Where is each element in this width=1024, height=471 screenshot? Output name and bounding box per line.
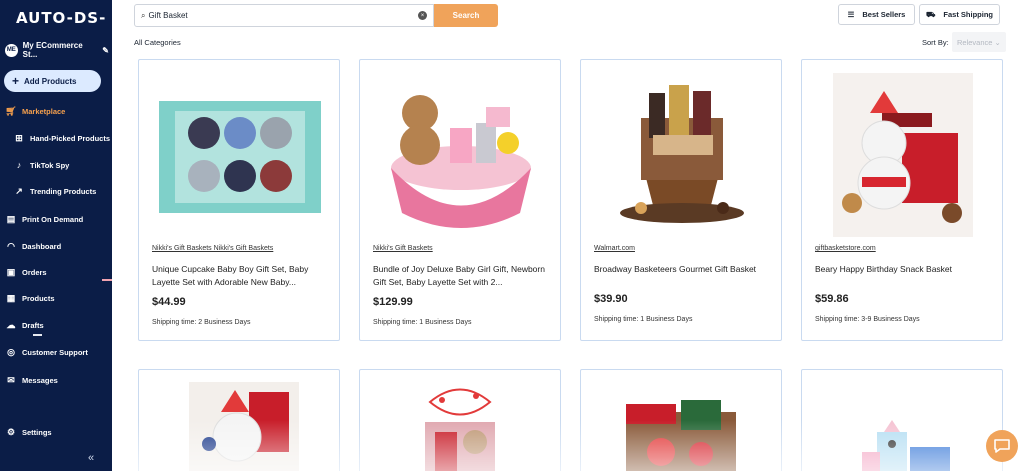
sidebar-item-settings[interactable]: ⚙ Settings [6,427,110,437]
product-card[interactable]: Nikki's Gift Baskets Bundle of Joy Delux… [359,59,561,341]
collapse-sidebar-icon[interactable]: « [88,452,94,464]
sidebar-item-label: Print On Demand [22,214,84,224]
sidebar-item-tiktok-spy[interactable]: ♪ TikTok Spy [14,160,118,170]
add-products-label: Add Products [24,76,77,86]
sort-value: Relevance [957,37,993,47]
gift-icon: ⊞ [15,132,23,143]
sidebar-item-trending[interactable]: ↗ Trending Products [14,186,118,196]
vendor-link[interactable]: Walmart.com [594,245,635,252]
product-title[interactable]: Unique Cupcake Baby Boy Gift Set, Baby L… [152,263,328,289]
product-price: $39.90 [594,293,628,305]
product-image[interactable] [822,73,984,237]
sidebar-item-print-on-demand[interactable]: ▤ Print On Demand [6,214,110,224]
truck-icon: ⛟ [925,9,936,19]
edit-icon[interactable]: ✎ [102,46,109,55]
product-image[interactable] [380,73,542,237]
vendor-link[interactable]: giftbasketstore.com [815,245,876,252]
sidebar-item-label: Hand-Picked Products [30,133,111,143]
vendor-link[interactable]: Nikki's Gift Baskets Nikki's Gift Basket… [152,245,273,252]
sidebar-item-label: Products [22,293,55,303]
vendor-link[interactable]: Nikki's Gift Baskets [373,245,433,252]
product-card[interactable]: Nikki's Gift Baskets Nikki's Gift Basket… [138,59,340,341]
sidebar-item-label: Dashboard [22,241,62,251]
sidebar-item-dashboard[interactable]: ◠ Dashboard [6,241,110,251]
mail-icon: ✉ [7,374,15,385]
category-filter[interactable]: All Categories [134,38,181,47]
tiktok-icon: ♪ [16,160,22,170]
sidebar-item-label: Customer Support [22,347,88,357]
gear-icon: ⚙ [6,426,16,437]
fast-shipping-label: Fast Shipping [943,10,994,19]
sort-label: Sort By: [922,38,949,47]
headset-icon: ◎ [7,346,15,357]
product-title[interactable]: Broadway Basketeers Gourmet Gift Basket [594,263,770,276]
product-card[interactable] [801,369,1003,471]
shipping-time: Shipping time: 1 Business Days [594,316,693,323]
sidebar-item-drafts[interactable]: ☁ Drafts [6,320,110,330]
sidebar-item-products[interactable]: ▦ Products [6,293,110,303]
shipping-time: Shipping time: 1 Business Days [373,319,472,326]
avatar: ME [5,43,18,57]
product-image[interactable] [380,382,542,471]
list-icon: ☰ [847,10,855,19]
product-image[interactable] [822,382,984,471]
box-icon: ▦ [6,292,16,303]
cloud-icon: ☁ [6,319,16,330]
divider [33,334,42,336]
trend-icon: ↗ [15,185,23,196]
product-price: $44.99 [152,296,186,308]
cart-icon: 🛒︎ [5,105,17,116]
chevron-down-icon: ⌄ [994,37,1001,47]
fast-shipping-button[interactable]: ⛟ Fast Shipping [919,4,1000,25]
sidebar-item-marketplace[interactable]: 🛒︎ Marketplace [5,105,110,116]
product-card[interactable] [580,369,782,471]
product-title[interactable]: Bundle of Joy Deluxe Baby Girl Gift, New… [373,263,549,289]
sidebar-item-messages[interactable]: ✉ Messages [6,375,110,385]
sidebar-item-label: Drafts [22,320,44,330]
plus-icon: + [12,74,20,88]
product-card[interactable] [138,369,340,471]
search-icon: ⌕ [141,10,146,20]
sidebar-item-customer-support[interactable]: ◎ Customer Support [6,347,110,357]
printer-icon: ▤ [6,213,16,224]
product-image[interactable] [159,382,321,471]
search-field[interactable]: ⌕ Gift Basket × [134,4,434,27]
sidebar-item-label: TikTok Spy [30,160,70,170]
chat-button[interactable] [986,430,1018,462]
search-input[interactable]: Gift Basket [148,11,187,20]
sort-select[interactable]: Relevance ⌄ [952,32,1006,52]
sidebar-item-label: Orders [22,267,47,277]
product-image[interactable] [159,73,321,237]
shipping-time: Shipping time: 2 Business Days [152,319,251,326]
product-title[interactable]: Beary Happy Birthday Snack Basket [815,263,991,276]
clear-icon[interactable]: × [418,11,427,20]
app-logo[interactable]: AUTO-DS- [16,9,106,27]
shipping-time: Shipping time: 3-9 Business Days [815,316,920,323]
best-sellers-button[interactable]: ☰ Best Sellers [838,4,915,25]
sidebar-item-label: Messages [22,375,58,385]
sidebar-item-label: Marketplace [22,106,66,116]
product-image[interactable] [601,382,763,471]
store-name: My ECommerce St... [22,41,83,59]
sidebar-item-label: Trending Products [30,186,97,196]
best-sellers-label: Best Sellers [862,10,906,19]
store-selector[interactable]: ME My ECommerce St... ✎ [5,41,109,59]
search-button[interactable]: Search [434,4,498,27]
product-price: $59.86 [815,293,849,305]
gauge-icon: ◠ [7,240,15,251]
product-card[interactable]: Walmart.com Broadway Basketeers Gourmet … [580,59,782,341]
sidebar-item-orders[interactable]: ▣ Orders [6,267,110,277]
product-card[interactable] [359,369,561,471]
product-image[interactable] [601,73,763,237]
add-products-button[interactable]: + Add Products [4,70,101,92]
sidebar: AUTO-DS- ME My ECommerce St... ✎ + Add P… [0,0,112,471]
orders-icon: ▣ [6,266,16,277]
chat-icon [994,439,1010,453]
sidebar-item-label: Settings [22,427,52,437]
sidebar-item-hand-picked[interactable]: ⊞ Hand-Picked Products [14,133,118,143]
product-card[interactable]: giftbasketstore.com Beary Happy Birthday… [801,59,1003,341]
product-price: $129.99 [373,296,413,308]
divider [102,279,112,281]
